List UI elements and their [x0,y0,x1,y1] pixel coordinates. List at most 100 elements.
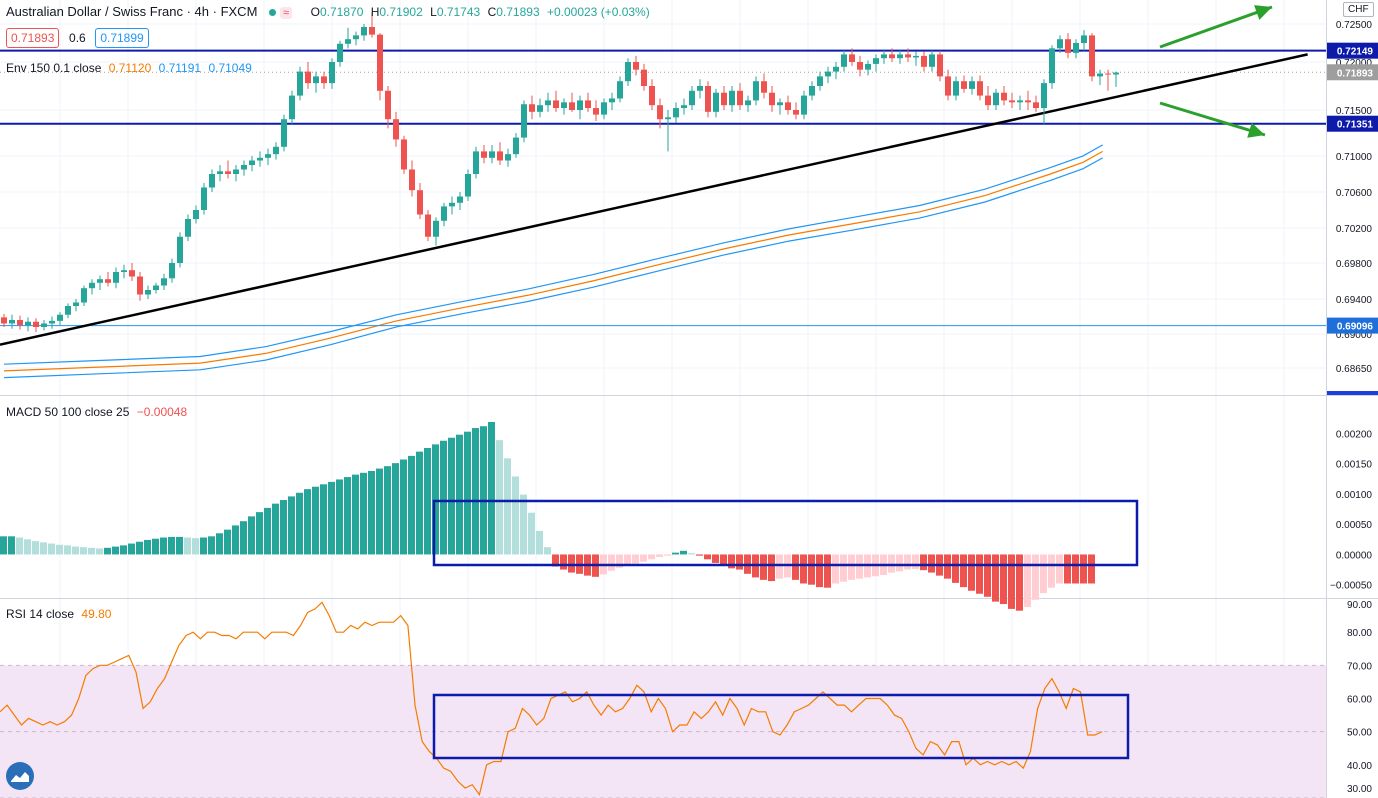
macd-bar [408,455,415,555]
macd-bar [344,477,351,555]
candle-body [913,55,919,58]
macd-legend[interactable]: MACD 50 100 close 25 −0.00048 [6,405,187,419]
candle-body [993,92,999,106]
macd-bar [944,554,951,579]
candle-body [345,39,351,44]
macd-bar [1080,554,1087,584]
chart-canvas[interactable]: 0.725000.720000.715000.710000.706000.702… [0,0,1378,798]
candle-body [185,219,191,237]
macd-bar [1008,554,1015,609]
macd-bar [952,554,959,583]
wave-icon: ≈ [280,6,293,19]
candle-body [257,157,263,161]
macd-bar [528,512,535,555]
macd-bar [0,536,7,555]
rsi-tick-label: 40.00 [1347,761,1372,772]
candle-body [1105,73,1111,75]
macd-bar [80,547,87,555]
candle-body [41,323,47,327]
candle-body [177,236,183,263]
macd-tick-label: −0.00050 [1330,581,1372,592]
candle-body [521,104,527,138]
macd-bar [72,546,79,555]
candle-body [513,137,519,155]
candle-body [17,320,23,326]
price-tick-label: 0.69400 [1336,295,1373,306]
macd-bar [960,554,967,588]
macd-bar [112,546,119,555]
macd-bar [368,470,375,555]
macd-bar [296,492,303,555]
price-tick-label: 0.72500 [1336,20,1373,31]
candle-body [961,81,967,89]
macd-bar [640,554,647,562]
macd-label: MACD 50 100 close 25 [6,405,130,419]
candle-body [505,154,511,161]
price-tick-label: 0.70600 [1336,188,1373,199]
candle-body [977,81,983,96]
candle-body [433,220,439,237]
candle-body [633,62,639,70]
macd-bar [176,536,183,555]
candle-body [777,102,783,106]
tradingview-logo-icon[interactable] [6,762,34,790]
macd-value: −0.00048 [136,405,188,419]
candle-body [1073,43,1079,53]
candle-body [473,151,479,174]
macd-bar [544,547,551,555]
candle-body [713,92,719,112]
candle-body [1089,35,1095,77]
macd-bar [992,554,999,602]
rsi-legend[interactable]: RSI 14 close 49.80 [6,607,111,621]
envelope-legend[interactable]: Env 150 0.1 close 0.71120 0.71191 0.7104… [6,61,252,75]
candle-body [225,171,231,174]
candle-body [729,90,735,106]
candle-body [801,95,807,115]
macd-bar [400,459,407,555]
candle-body [825,71,831,77]
candle-body [89,282,95,289]
price-badge-label: 0.69096 [1337,322,1374,333]
macd-bar [648,554,655,560]
macd-bar [664,554,671,556]
macd-bar [24,539,31,555]
candle-body [377,34,383,91]
macd-bar [312,486,319,555]
candle-body [545,100,551,106]
price-tick-label: 0.68650 [1336,364,1373,375]
macd-bar [416,451,423,555]
candle-body [217,171,223,174]
macd-bar [232,525,239,555]
macd-bar [480,426,487,555]
macd-bar [696,554,703,556]
close-value: 0.71893 [496,5,540,19]
macd-bar [888,554,895,573]
candle-body [249,160,255,165]
macd-bar [448,437,455,555]
candle-body [337,43,343,62]
macd-bar [216,533,223,555]
macd-bar [360,472,367,555]
candle-body [1049,48,1055,84]
macd-bar [560,554,567,570]
macd-bar [456,434,463,555]
candle-body [849,54,855,62]
spread-value: 0.6 [69,31,86,45]
candle-body [745,100,751,106]
candle-body [137,276,143,295]
candle-body [657,105,663,120]
macd-bar [88,547,95,555]
candle-body [193,210,199,219]
buy-button[interactable]: 0.71899 [95,28,149,48]
macd-bar [136,541,143,555]
macd-bar [736,554,743,570]
macd-bar [656,554,663,557]
candle-body [393,119,399,140]
macd-bar [760,554,767,580]
currency-badge[interactable]: CHF [1343,2,1374,17]
macd-bar [16,537,23,555]
sell-button[interactable]: 0.71893 [6,28,60,48]
candle-body [617,81,623,99]
candle-body [409,169,415,191]
macd-bar [680,550,687,555]
